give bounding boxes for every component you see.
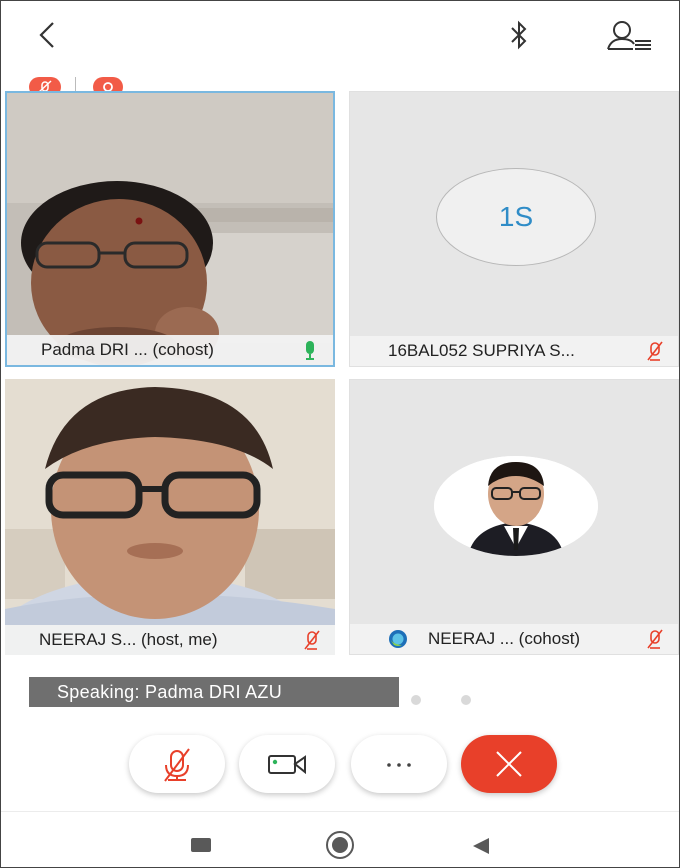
participant-name: NEERAJ S... (host, me) — [39, 630, 218, 649]
meeting-screen: Padma DRI ... (cohost) 1S 16BAL052 SUPRI… — [0, 0, 680, 868]
back-button[interactable] — [31, 15, 67, 55]
participant-name: 16BAL052 SUPRIYA S... — [388, 341, 575, 360]
mic-on-icon — [306, 341, 314, 360]
avatar-photo — [434, 456, 598, 556]
page-indicator-dot[interactable] — [411, 695, 421, 705]
bluetooth-icon — [511, 20, 527, 50]
end-call-button[interactable] — [461, 735, 557, 793]
home-button[interactable] — [325, 830, 355, 860]
participants-icon — [607, 21, 651, 50]
top-bar — [1, 1, 679, 73]
participant-name: Padma DRI ... (cohost) — [41, 340, 214, 359]
system-nav-bar — [1, 811, 679, 867]
page-indicator-dot[interactable] — [461, 695, 471, 705]
avatar-initials: 1S — [436, 168, 596, 266]
chevron-left-icon — [39, 22, 54, 48]
tile-label: 16BAL052 SUPRIYA S... — [350, 336, 678, 366]
participant-video-padma — [7, 93, 333, 365]
more-button[interactable] — [351, 735, 447, 793]
participant-video-neeraj — [5, 379, 335, 655]
mic-off-icon — [164, 748, 190, 782]
participants-button[interactable] — [603, 19, 655, 53]
system-back-button[interactable] — [469, 834, 493, 858]
video-camera-icon — [268, 755, 306, 775]
close-icon — [496, 751, 522, 777]
video-tile-neeraj-host[interactable]: NEERAJ S... (host, me) — [5, 379, 335, 655]
recent-apps-button[interactable] — [191, 838, 211, 852]
speaking-indicator: Speaking: Padma DRI AZU — [29, 677, 399, 707]
tile-label: NEERAJ ... (cohost) — [350, 624, 678, 654]
profile-photo — [434, 456, 598, 556]
participant-name: NEERAJ ... (cohost) — [428, 629, 581, 648]
mic-off-icon — [647, 341, 663, 361]
video-tile-supriya[interactable]: 1S 16BAL052 SUPRIYA S... — [349, 91, 679, 367]
more-horizontal-icon — [387, 763, 411, 767]
app-logo-icon — [389, 630, 407, 648]
video-tile-padma[interactable]: Padma DRI ... (cohost) — [5, 91, 335, 367]
tile-label: NEERAJ S... (host, me) — [5, 625, 335, 655]
mute-button[interactable] — [129, 735, 225, 793]
video-button[interactable] — [239, 735, 335, 793]
tile-label: Padma DRI ... (cohost) — [7, 335, 333, 365]
bluetooth-button[interactable] — [503, 17, 535, 53]
video-tile-neeraj-cohost[interactable]: NEERAJ ... (cohost) — [349, 379, 679, 655]
mic-off-icon — [304, 630, 320, 650]
mic-off-icon — [647, 629, 663, 649]
